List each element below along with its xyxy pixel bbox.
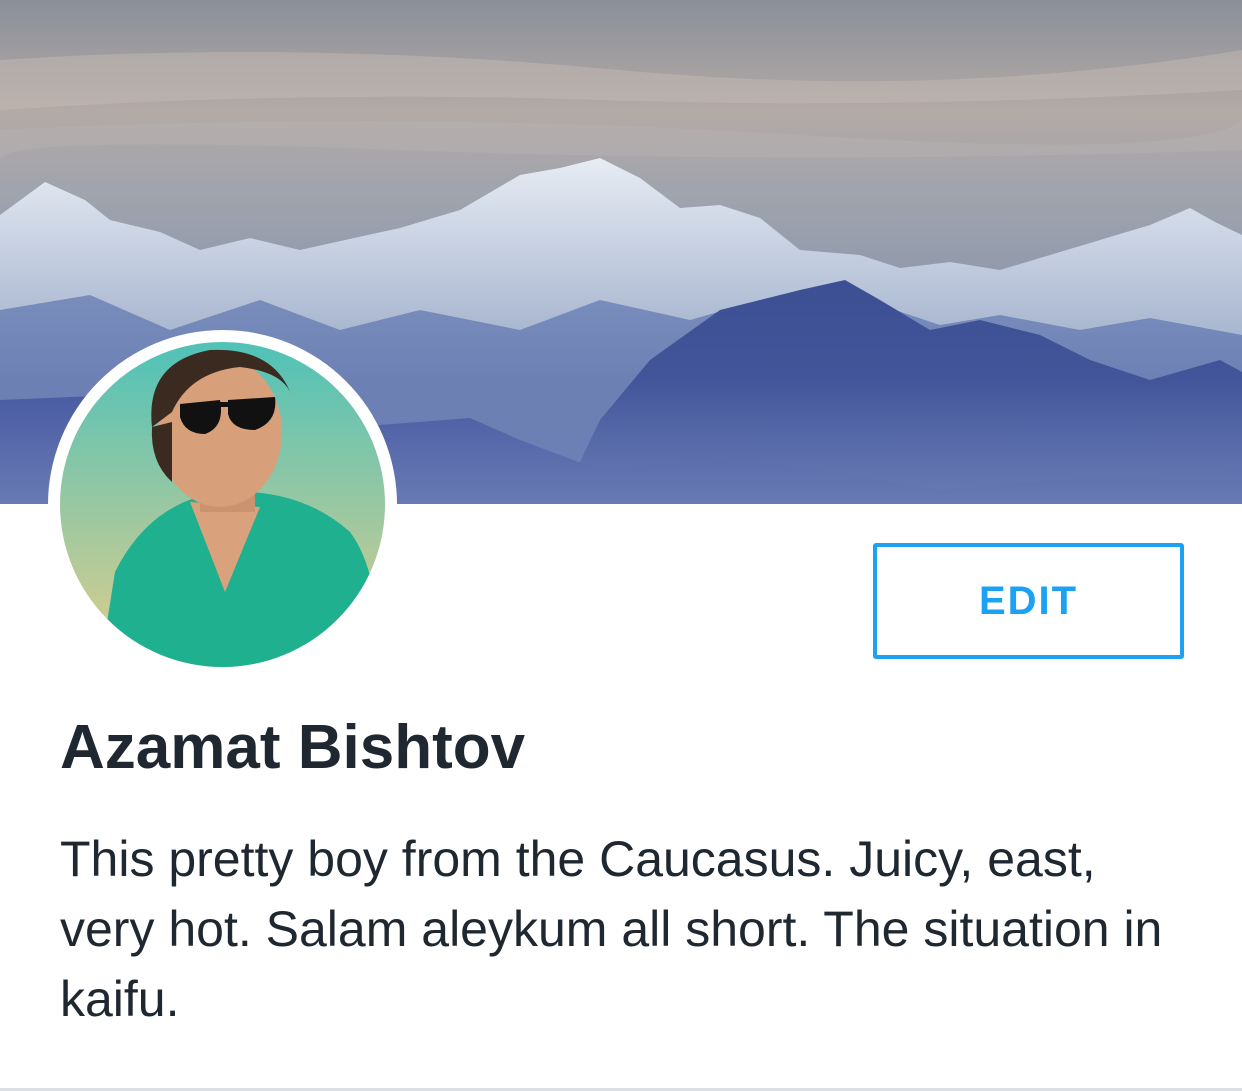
- edit-profile-button[interactable]: EDIT: [873, 543, 1184, 659]
- avatar-frame[interactable]: [48, 330, 397, 679]
- profile-bio: This pretty boy from the Caucasus. Juicy…: [60, 831, 1163, 1027]
- profile-card: EDIT Azamat Bishtov This pretty boy from…: [0, 0, 1242, 1091]
- avatar[interactable]: [60, 342, 385, 667]
- profile-name: Azamat Bishtov: [60, 713, 526, 782]
